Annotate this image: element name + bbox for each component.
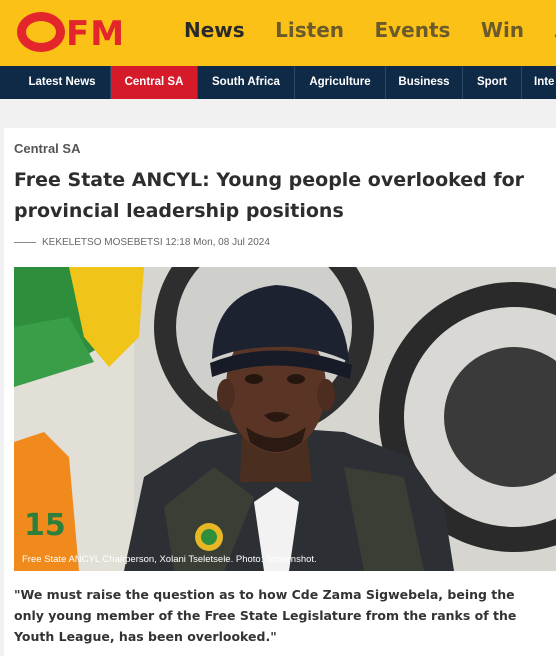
- nav-events[interactable]: Events: [374, 18, 450, 42]
- site-header: FM News Listen Events Win Ad: [0, 0, 556, 66]
- article-byline: KEKELETSO MOSEBETSI 12:18 Mon, 08 Jul 20…: [14, 237, 270, 248]
- subnav-south-africa[interactable]: South Africa: [198, 66, 294, 99]
- byline-dash: [14, 241, 36, 243]
- subnav-latest-news[interactable]: Latest News: [14, 66, 110, 99]
- main-nav: News Listen Events Win Ad: [184, 18, 556, 42]
- byline-text: KEKELETSO MOSEBETSI 12:18 Mon, 08 Jul 20…: [42, 237, 270, 248]
- subnav-central-sa[interactable]: Central SA: [111, 66, 197, 99]
- nav-news[interactable]: News: [184, 18, 245, 42]
- subnav-sport[interactable]: Sport: [463, 66, 521, 99]
- subnav-business[interactable]: Business: [386, 66, 462, 99]
- ofm-logo[interactable]: FM: [14, 8, 144, 56]
- article-title: Free State ANCYL: Young people overlooke…: [14, 169, 525, 222]
- article-category[interactable]: Central SA: [14, 141, 80, 156]
- article-photo-illustration: 15: [14, 267, 556, 571]
- svg-text:15: 15: [24, 508, 66, 543]
- nav-win[interactable]: Win: [481, 18, 524, 42]
- category-nav: Latest News Central SA South Africa Agri…: [0, 66, 556, 99]
- subnav-international[interactable]: Inte: [522, 66, 556, 99]
- nav-listen[interactable]: Listen: [275, 18, 344, 42]
- article-image: 15 Free State ANCYL Chairperson, Xolani …: [14, 267, 556, 571]
- image-caption: Free State ANCYL Chairperson, Xolani Tse…: [22, 554, 317, 565]
- article-quote: "We must raise the question as to how Cd…: [14, 587, 517, 644]
- svg-text:FM: FM: [66, 14, 125, 54]
- subnav-agriculture[interactable]: Agriculture: [295, 66, 385, 99]
